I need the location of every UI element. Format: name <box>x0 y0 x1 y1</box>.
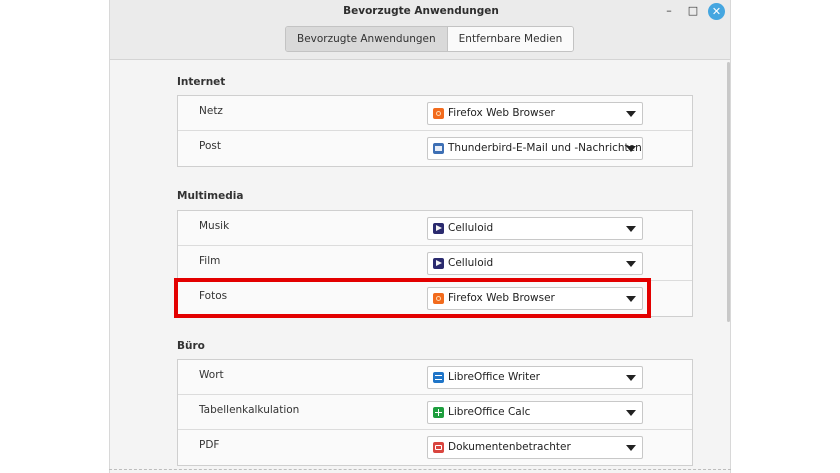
celluloid-icon <box>433 258 444 269</box>
libreoffice-writer-icon <box>433 372 444 383</box>
row-wort: Wort LibreOffice Writer <box>178 360 692 395</box>
document-viewer-icon <box>433 442 444 453</box>
row-label: Film <box>199 255 221 267</box>
group-buero: Wort LibreOffice Writer Tabellenkalkulat… <box>177 359 693 466</box>
tab-removable-media[interactable]: Entfernbare Medien <box>447 27 574 51</box>
highlight-box-fotos <box>174 278 651 318</box>
row-musik: Musik Celluloid <box>178 211 692 246</box>
selected-app: LibreOffice Calc <box>448 406 531 418</box>
row-label: Wort <box>199 369 224 381</box>
row-post: Post Thunderbird-E-Mail und -Nachrichten <box>178 131 692 166</box>
firefox-icon <box>433 108 444 119</box>
musik-app-dropdown[interactable]: Celluloid <box>427 217 643 240</box>
tabellenkalkulation-app-dropdown[interactable]: LibreOffice Calc <box>427 401 643 424</box>
bottom-divider <box>109 469 731 470</box>
netz-app-dropdown[interactable]: Firefox Web Browser <box>427 102 643 125</box>
pdf-app-dropdown[interactable]: Dokumentenbetrachter <box>427 436 643 459</box>
selected-app: Dokumentenbetrachter <box>448 441 571 453</box>
dropdown-arrow-icon <box>626 375 636 381</box>
tab-preferred-applications[interactable]: Bevorzugte Anwendungen <box>286 27 448 51</box>
selected-app: Firefox Web Browser <box>448 107 555 119</box>
section-title-internet: Internet <box>177 76 226 88</box>
film-app-dropdown[interactable]: Celluloid <box>427 252 643 275</box>
minimize-icon[interactable]: – <box>661 3 677 19</box>
dropdown-arrow-icon <box>626 146 636 152</box>
scrollbar[interactable] <box>727 62 730 322</box>
thunderbird-icon <box>433 143 444 154</box>
window-title: Bevorzugte Anwendungen <box>343 5 499 17</box>
post-app-dropdown[interactable]: Thunderbird-E-Mail und -Nachrichten <box>427 137 643 160</box>
libreoffice-calc-icon <box>433 407 444 418</box>
celluloid-icon <box>433 223 444 234</box>
dropdown-arrow-icon <box>626 111 636 117</box>
maximize-icon[interactable]: □ <box>685 3 701 19</box>
titlebar: Bevorzugte Anwendungen – □ ✕ Bevorzugte … <box>110 0 730 60</box>
row-label: Post <box>199 140 221 152</box>
section-title-multimedia: Multimedia <box>177 190 244 202</box>
selected-app: Celluloid <box>448 257 494 269</box>
close-icon[interactable]: ✕ <box>708 3 725 20</box>
dropdown-arrow-icon <box>626 226 636 232</box>
preferred-applications-window: Bevorzugte Anwendungen – □ ✕ Bevorzugte … <box>109 0 731 473</box>
row-label: Tabellenkalkulation <box>199 404 300 416</box>
row-label: Musik <box>199 220 230 232</box>
row-film: Film Celluloid <box>178 246 692 281</box>
dropdown-arrow-icon <box>626 445 636 451</box>
dropdown-arrow-icon <box>626 261 636 267</box>
selected-app: Thunderbird-E-Mail und -Nachrichten <box>448 142 642 154</box>
selected-app: Celluloid <box>448 222 494 234</box>
row-label: Netz <box>199 105 223 117</box>
row-label: PDF <box>199 439 220 451</box>
row-netz: Netz Firefox Web Browser <box>178 96 692 131</box>
group-internet: Netz Firefox Web Browser Post Thunderbir… <box>177 95 693 167</box>
wort-app-dropdown[interactable]: LibreOffice Writer <box>427 366 643 389</box>
dropdown-arrow-icon <box>626 410 636 416</box>
row-tabellenkalkulation: Tabellenkalkulation LibreOffice Calc <box>178 395 692 430</box>
row-pdf: PDF Dokumentenbetrachter <box>178 430 692 465</box>
content-area: Internet Netz Firefox Web Browser Post T… <box>110 61 730 473</box>
tab-bar: Bevorzugte Anwendungen Entfernbare Medie… <box>285 26 575 52</box>
section-title-buero: Büro <box>177 340 205 352</box>
selected-app: LibreOffice Writer <box>448 371 541 383</box>
